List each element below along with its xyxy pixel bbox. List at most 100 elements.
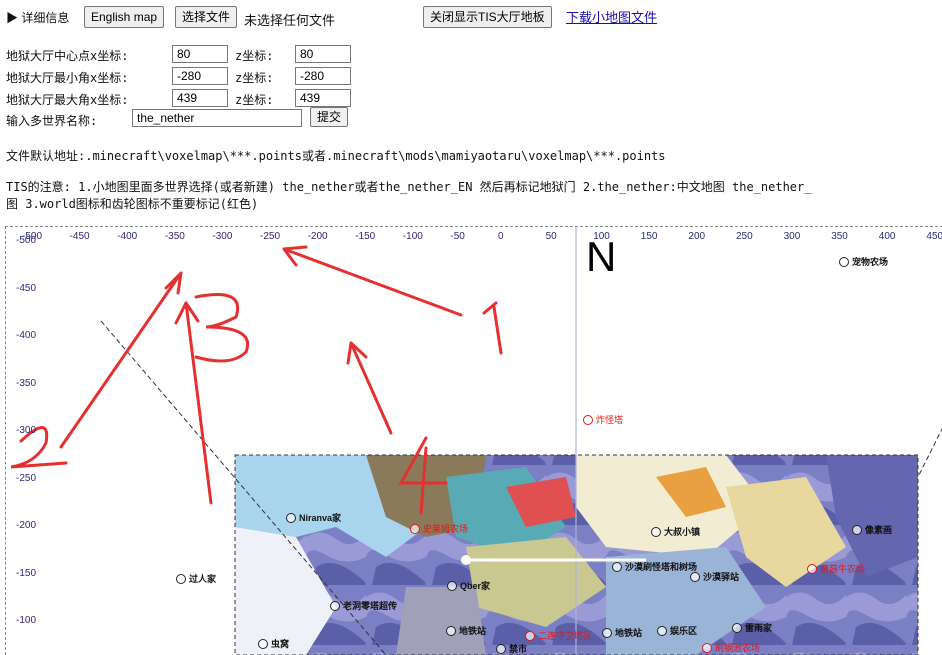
map-marker[interactable]: 雷雨家 xyxy=(732,621,772,634)
y-tick-label: -400 xyxy=(16,330,37,341)
marker-label: 雷雨家 xyxy=(745,623,773,633)
marker-label: 过人家 xyxy=(189,574,217,584)
file-status: 未选择任何文件 xyxy=(244,13,336,28)
waypoint-icon xyxy=(651,526,661,537)
y-tick-label: -500 xyxy=(16,235,37,246)
waypoint-icon xyxy=(446,625,456,636)
marker-label: 沙漠驿站 xyxy=(703,572,740,582)
min-x-label: 地狱大厅最小角x坐标: xyxy=(6,71,129,85)
waypoint-icon xyxy=(602,627,612,638)
map-marker[interactable]: 虫窝 xyxy=(258,637,289,650)
waypoint-icon xyxy=(258,638,268,649)
submit-button[interactable]: 提交 xyxy=(310,107,349,127)
map-marker[interactable]: 地铁站 xyxy=(446,624,486,637)
y-tick-label: -150 xyxy=(16,567,37,579)
arrow-1 xyxy=(282,245,463,317)
x-tick-label: 150 xyxy=(640,231,658,242)
waypoint-icon xyxy=(525,630,535,641)
waypoint-icon xyxy=(690,571,700,582)
x-tick-label: -450 xyxy=(69,231,90,242)
waypoint-icon xyxy=(852,524,862,535)
x-tick-label: 450 xyxy=(926,231,942,242)
marker-label: 炸怪塔 xyxy=(596,415,624,425)
max-z-label: z坐标: xyxy=(235,93,274,107)
download-map-link[interactable]: 下载小地图文件 xyxy=(566,7,657,26)
details-toggle[interactable]: ▶ 详细信息 xyxy=(6,9,69,26)
y-tick-label: -300 xyxy=(16,425,37,436)
map-marker[interactable]: 沙漠驿站 xyxy=(690,570,739,583)
map-marker[interactable]: 刷钢池农场 xyxy=(702,641,760,654)
note-line-2: 图 3.world图标和齿轮图标不重要标记(红色) xyxy=(6,197,259,211)
waypoint-icon xyxy=(702,642,712,653)
waypoint-icon xyxy=(839,256,849,267)
x-tick-label: 0 xyxy=(498,231,504,242)
waypoint-icon xyxy=(807,563,817,574)
waypoint-icon xyxy=(657,625,667,636)
map-marker[interactable]: 像素画 xyxy=(852,523,892,536)
x-tick-label: -250 xyxy=(260,231,281,242)
y-tick-label: -350 xyxy=(16,377,37,389)
y-tick-label: -200 xyxy=(16,520,37,531)
x-tick-label: -300 xyxy=(212,231,233,242)
marker-label: Qber家 xyxy=(460,581,491,591)
marker-label: 大叔小镇 xyxy=(664,527,701,537)
map-marker[interactable]: Niranva家 xyxy=(286,511,341,524)
marker-label: 二连守卫塔区 xyxy=(538,631,593,641)
x-tick-label: -50 xyxy=(450,231,465,242)
choose-file-button[interactable]: 选择文件 xyxy=(175,6,238,28)
map-marker[interactable]: 史莱姆农场 xyxy=(410,522,468,535)
marker-label: 蘑菇牛农场 xyxy=(820,564,866,574)
x-tick-label: 100 xyxy=(593,231,610,242)
x-tick-label: 50 xyxy=(545,231,557,242)
map-marker[interactable]: 宠物农场 xyxy=(839,255,888,268)
marker-label: 沙漠刷怪塔和树场 xyxy=(625,562,698,572)
waypoint-icon xyxy=(410,523,420,534)
max-z-input[interactable] xyxy=(295,89,351,107)
center-x-input[interactable] xyxy=(172,45,228,63)
marker-label: Niranva家 xyxy=(299,513,342,523)
digit-1 xyxy=(482,301,503,355)
map-marker[interactable]: 蘑菇牛农场 xyxy=(807,562,865,575)
center-z-input[interactable] xyxy=(295,45,351,63)
map-marker[interactable]: 过人家 xyxy=(176,572,216,585)
map-marker[interactable]: 炸怪塔 xyxy=(583,413,623,426)
x-tick-label: 200 xyxy=(688,231,706,242)
arrow-4 xyxy=(346,341,393,435)
min-z-input[interactable] xyxy=(295,67,351,85)
map-marker[interactable]: 禁市 xyxy=(496,642,527,655)
marker-label: 地铁站 xyxy=(459,626,487,636)
waypoint-icon xyxy=(496,643,506,654)
map-marker[interactable]: Qber家 xyxy=(447,579,490,592)
min-x-input[interactable] xyxy=(172,67,228,85)
map-marker[interactable]: 地铁站 xyxy=(602,626,642,639)
y-tick-label: -450 xyxy=(16,282,37,294)
map-marker[interactable]: 沙漠刷怪塔和树场 xyxy=(612,560,697,573)
x-tick-label: 300 xyxy=(783,231,801,242)
waypoint-icon xyxy=(330,600,340,611)
map-marker[interactable]: 娱乐区 xyxy=(657,624,697,637)
max-x-input[interactable] xyxy=(172,89,228,107)
default-path-text: 文件默认地址:.minecraft\voxelmap\***.points或者.… xyxy=(6,149,666,163)
close-floor-button[interactable]: 关闭显示TIS大厅地板 xyxy=(423,6,552,28)
english-map-button[interactable]: English map xyxy=(84,6,165,28)
map-marker[interactable]: 二连守卫塔区 xyxy=(525,629,592,642)
marker-label: 地铁站 xyxy=(615,628,643,638)
y-tick-label: -100 xyxy=(16,615,37,626)
minimap-canvas[interactable]: N -500 -450 -400 -350 -300 -250 -200 -150 -100 -5… xyxy=(5,226,942,655)
max-x-label: 地狱大厅最大角x坐标: xyxy=(6,93,129,107)
arrow-2 xyxy=(59,271,183,449)
map-marker[interactable]: 老洞零塔超传 xyxy=(330,599,397,612)
min-z-label: z坐标: xyxy=(235,71,274,85)
x-tick-label: -150 xyxy=(355,231,376,242)
map-marker[interactable]: 大叔小镇 xyxy=(651,525,700,538)
marker-label: 禁市 xyxy=(509,644,528,654)
waypoint-icon xyxy=(176,573,186,584)
marker-label: 娱乐区 xyxy=(670,626,698,636)
waypoint-icon xyxy=(447,580,457,591)
x-tick-label: -400 xyxy=(117,231,138,242)
world-name-input[interactable] xyxy=(132,109,302,127)
waypoint-icon xyxy=(286,512,296,523)
world-name-label: 输入多世界名称: xyxy=(6,114,98,128)
x-tick-label: -100 xyxy=(402,231,423,242)
x-tick-label: -350 xyxy=(164,231,185,242)
